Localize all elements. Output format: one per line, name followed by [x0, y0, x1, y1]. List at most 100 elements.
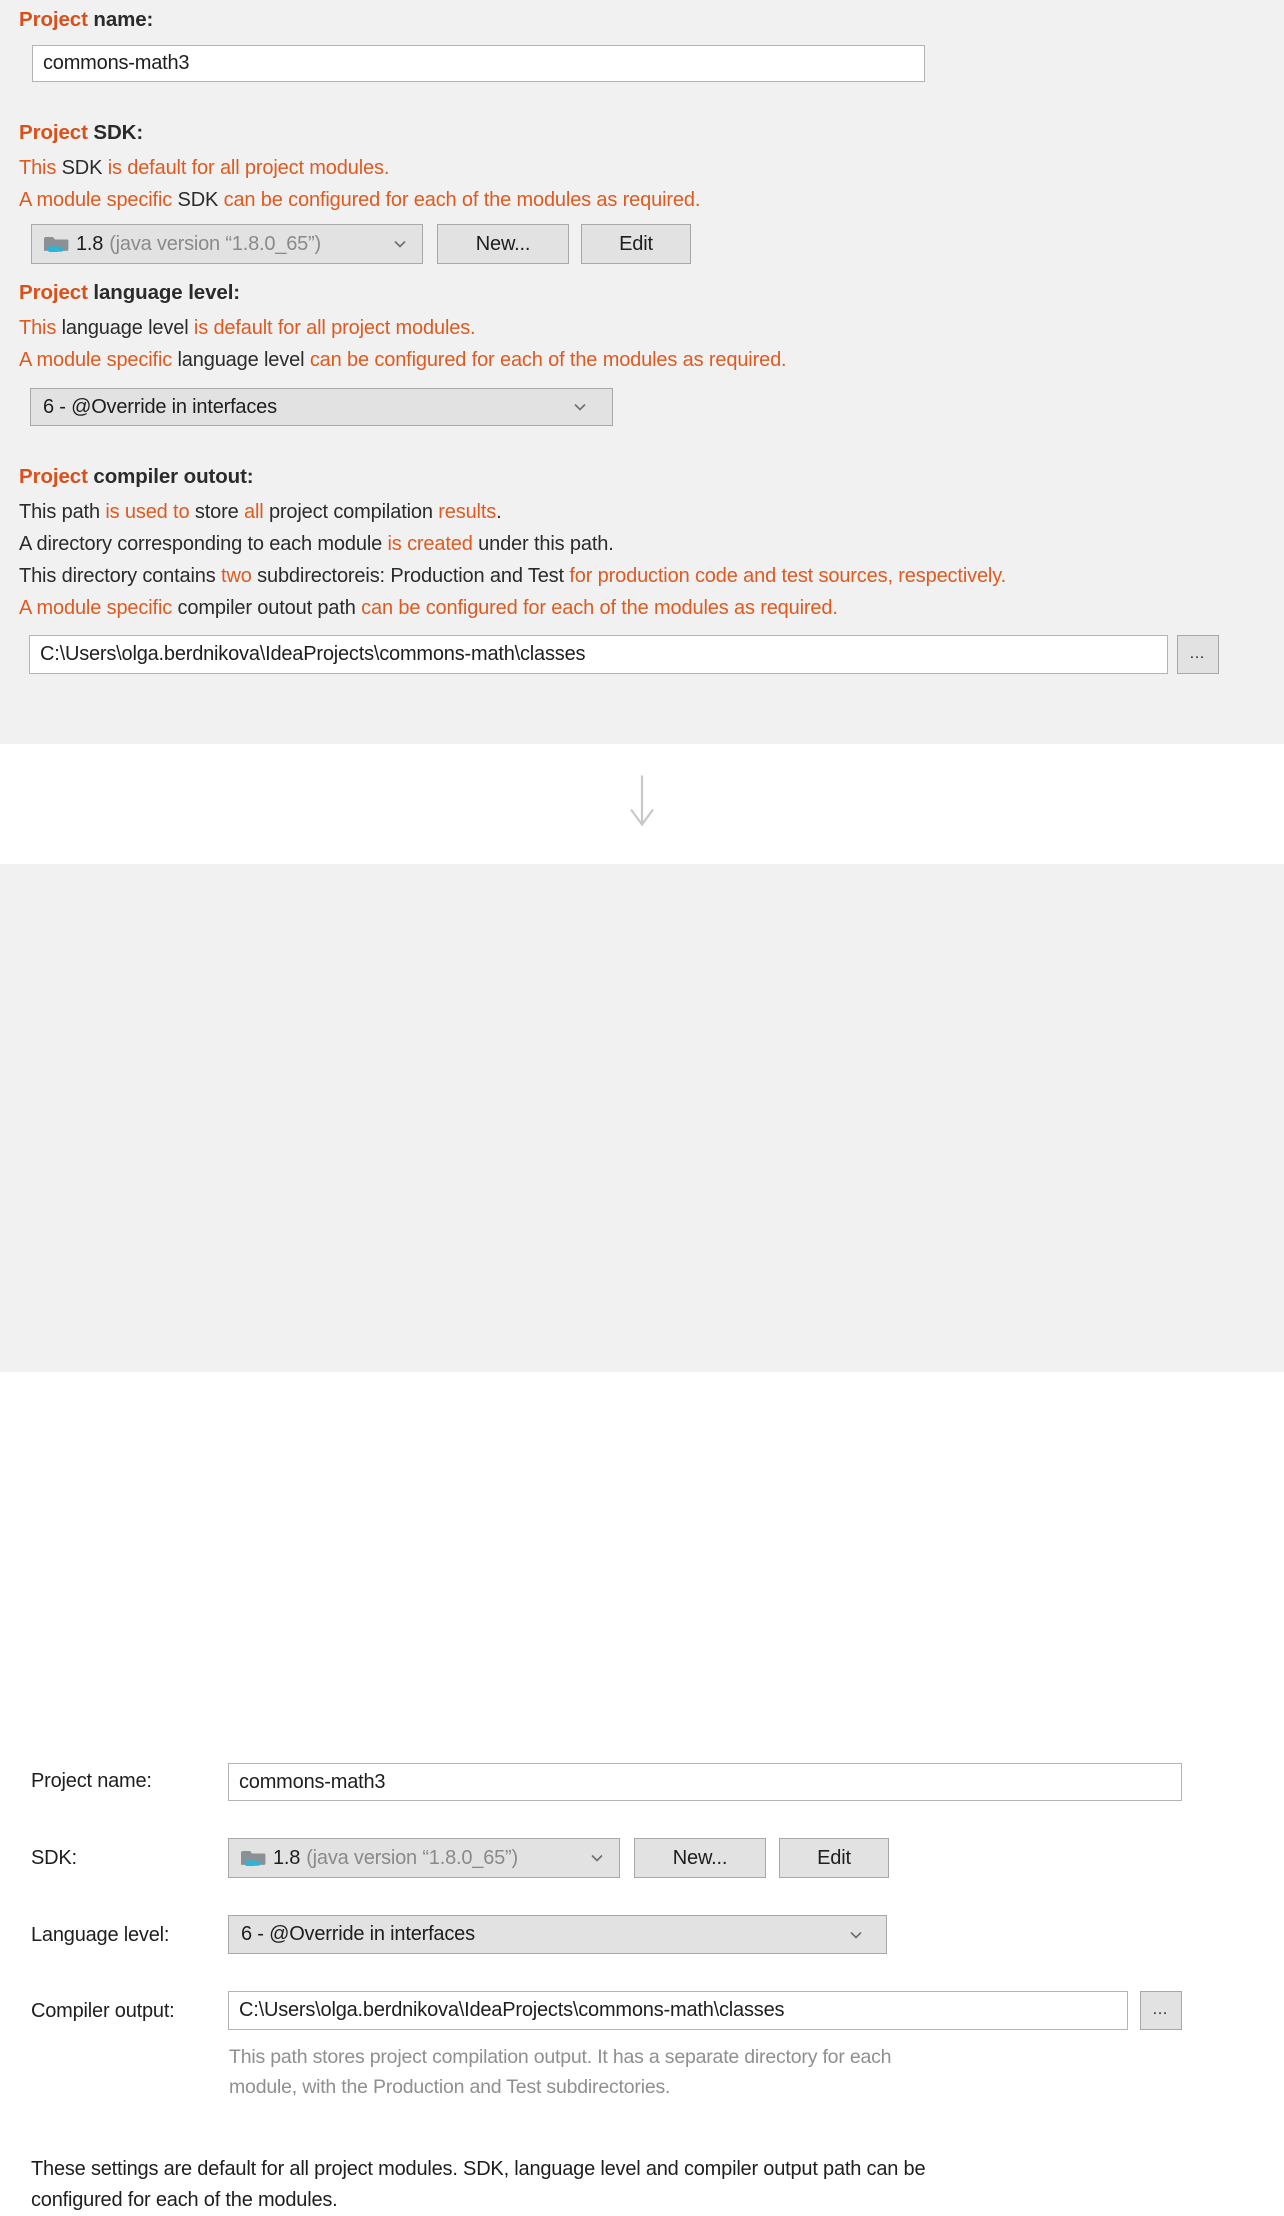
sdk-version-sub: (java version “1.8.0_65”)	[109, 232, 321, 255]
bottom-project-name-label: Project name:	[31, 1770, 152, 1793]
bottom-compiler-output-value: C:\Users\olga.berdnikova\IdeaProjects\co…	[239, 1999, 785, 2021]
panel-footnote-line-1: These settings are default for all proje…	[31, 2158, 926, 2180]
project-compiler-output-description-line-3: This directory contains two subdirectore…	[19, 560, 1006, 592]
sdk-desc1-part1: This	[19, 157, 62, 179]
lang-desc1-part2: language level	[61, 317, 189, 339]
bottom-compiler-output-input[interactable]: C:\Users\olga.berdnikova\IdeaProjects\co…	[228, 1991, 1128, 2030]
compiler-output-hint-line-2: module, with the Production and Test sub…	[229, 2076, 671, 2098]
bottom-project-name-input[interactable]: commons-math3	[228, 1763, 1182, 1801]
co-desc3-p2: two	[221, 565, 258, 587]
co-desc3-p1: This directory contains	[19, 565, 222, 587]
lang-heading-rest: language level:	[87, 281, 241, 304]
bottom-compiler-output-browse-button[interactable]: ...	[1140, 1991, 1182, 2030]
sdk-edit-button[interactable]: Edit	[581, 224, 691, 264]
co-desc2-p3: under this path.	[478, 533, 614, 555]
project-compiler-output-description-line-4: A module specific compiler outout path c…	[19, 592, 838, 624]
project-name-heading: Project name:	[19, 8, 153, 32]
co-desc1-p4: all	[243, 501, 269, 523]
bottom-sdk-edit-button[interactable]: Edit	[779, 1838, 889, 1878]
chevron-down-icon	[848, 1927, 864, 1943]
sdk-desc2-part2: SDK	[177, 189, 219, 211]
project-sdk-heading-rest: SDK:	[87, 121, 144, 144]
co-desc4-p2: compiler outout path	[177, 597, 362, 619]
co-desc1-p6: results	[438, 501, 497, 523]
bottom-language-level-value: 6 - @Override in interfaces	[241, 1923, 475, 1945]
bottom-sdk-version-main: 1.8	[273, 1846, 301, 1869]
compiler-output-browse-label: ...	[1190, 648, 1206, 661]
bottom-sdk-new-label: New...	[672, 1846, 728, 1869]
project-sdk-description-line-2: A module specific SDK can be configured …	[19, 184, 700, 216]
project-sdk-description-line-1: This SDK is default for all project modu…	[19, 152, 389, 184]
co-desc1-p5: project compilation	[268, 501, 439, 523]
bottom-sdk-new-button[interactable]: New...	[634, 1838, 766, 1878]
bottom-project-name-label-text: Project name:	[31, 1770, 152, 1792]
sdk-desc2-part1: A module specific	[19, 189, 178, 211]
sdk-desc2-part3: can be configured for each of the module…	[218, 189, 701, 211]
bottom-compiler-output-browse-label: ...	[1153, 2004, 1169, 2017]
java-sdk-folder-icon	[43, 233, 70, 255]
compiler-output-input-value: C:\Users\olga.berdnikova\IdeaProjects\co…	[40, 643, 586, 665]
project-sdk-combo-value: 1.8 (java version “1.8.0_65”)	[76, 233, 321, 256]
bottom-sdk-combo[interactable]: 1.8 (java version “1.8.0_65”)	[228, 1838, 620, 1878]
co-desc1-p3: store	[194, 501, 244, 523]
project-language-level-combo[interactable]: 6 - @Override in interfaces	[30, 388, 613, 426]
project-language-level-description-line-1: This language level is default for all p…	[19, 312, 476, 344]
co-desc3-p4: for production code and test sources, re…	[569, 565, 1007, 587]
java-sdk-folder-icon	[240, 1847, 267, 1869]
sdk-desc1-part2: SDK	[61, 157, 103, 179]
project-name-input[interactable]: commons-math3	[32, 45, 925, 82]
co-desc2-p2: is created	[387, 533, 479, 555]
bottom-sdk-label: SDK:	[31, 1847, 77, 1870]
compiler-output-hint-line-1: This path stores project compilation out…	[229, 2046, 892, 2068]
chevron-down-icon	[572, 399, 588, 415]
bottom-sdk-label-text: SDK:	[31, 1847, 77, 1869]
bottom-project-name-value: commons-math3	[239, 1770, 386, 1793]
co-desc1-p1: This path	[19, 501, 106, 523]
bottom-language-level-label: Language level:	[31, 1924, 169, 1947]
panel-footnote-line-2: configured for each of the modules.	[31, 2189, 338, 2211]
compiler-output-browse-button[interactable]: ...	[1177, 635, 1219, 674]
lang-desc2-part1: A module specific	[19, 349, 178, 371]
co-desc3-p3: subdirectoreis: Production and Test	[257, 565, 570, 587]
sdk-desc1-part3: is default for all project modules.	[102, 157, 390, 179]
bottom-sdk-combo-value: 1.8 (java version “1.8.0_65”)	[273, 1847, 518, 1870]
project-sdk-combo[interactable]: 1.8 (java version “1.8.0_65”)	[31, 224, 423, 264]
lang-desc1-part3: is default for all project modules.	[188, 317, 476, 339]
bottom-compiler-output-label: Compiler output:	[31, 2000, 175, 2023]
project-name-input-value: commons-math3	[43, 52, 190, 74]
bottom-language-level-combo[interactable]: 6 - @Override in interfaces	[228, 1915, 887, 1954]
project-sdk-heading: Project SDK:	[19, 121, 143, 145]
project-compiler-output-description-line-2: A directory corresponding to each module…	[19, 528, 614, 560]
down-arrow-icon	[625, 774, 659, 835]
chevron-down-icon	[392, 236, 408, 252]
transition-band	[0, 744, 1284, 864]
sdk-version-main: 1.8	[76, 232, 104, 255]
project-compiler-output-heading: Project compiler outout:	[19, 465, 254, 489]
lang-desc1-part1: This	[19, 317, 62, 339]
project-name-heading-accent: Project	[19, 8, 88, 31]
sdk-new-button[interactable]: New...	[437, 224, 569, 264]
bottom-language-level-label-text: Language level:	[31, 1924, 170, 1946]
panel-footnote: These settings are default for all proje…	[31, 2154, 1211, 2216]
co-desc4-p1: A module specific	[19, 597, 178, 619]
compiler-heading-accent: Project	[19, 465, 88, 488]
co-desc4-p3: can be configured for each of the module…	[361, 597, 838, 619]
bottom-compiler-output-label-text: Compiler output:	[31, 2000, 175, 2022]
project-language-level-description-line-2: A module specific language level can be …	[19, 344, 787, 376]
co-desc2-p1: A directory corresponding to each module	[19, 533, 388, 555]
co-desc1-p7: .	[496, 501, 502, 523]
lang-desc2-part2: language level	[177, 349, 305, 371]
compiler-output-input[interactable]: C:\Users\olga.berdnikova\IdeaProjects\co…	[29, 635, 1168, 674]
compiler-output-hint: This path stores project compilation out…	[229, 2042, 1109, 2102]
lang-heading-accent: Project	[19, 281, 88, 304]
chevron-down-icon	[589, 1850, 605, 1866]
after-panel: Project name: commons-math3 SDK: 1.8 (jav…	[0, 864, 1284, 2211]
project-name-heading-rest: name:	[87, 8, 154, 31]
before-panel: Project name: commons-math3 Project SDK:…	[0, 0, 1284, 744]
compiler-heading-rest: compiler outout:	[87, 465, 254, 488]
lang-desc2-part3: can be configured for each of the module…	[304, 349, 787, 371]
co-desc1-p2: is used to	[105, 501, 195, 523]
project-compiler-output-description-line-1: This path is used to store all project c…	[19, 496, 502, 528]
sdk-edit-button-label: Edit	[619, 232, 653, 255]
project-sdk-heading-accent: Project	[19, 121, 88, 144]
